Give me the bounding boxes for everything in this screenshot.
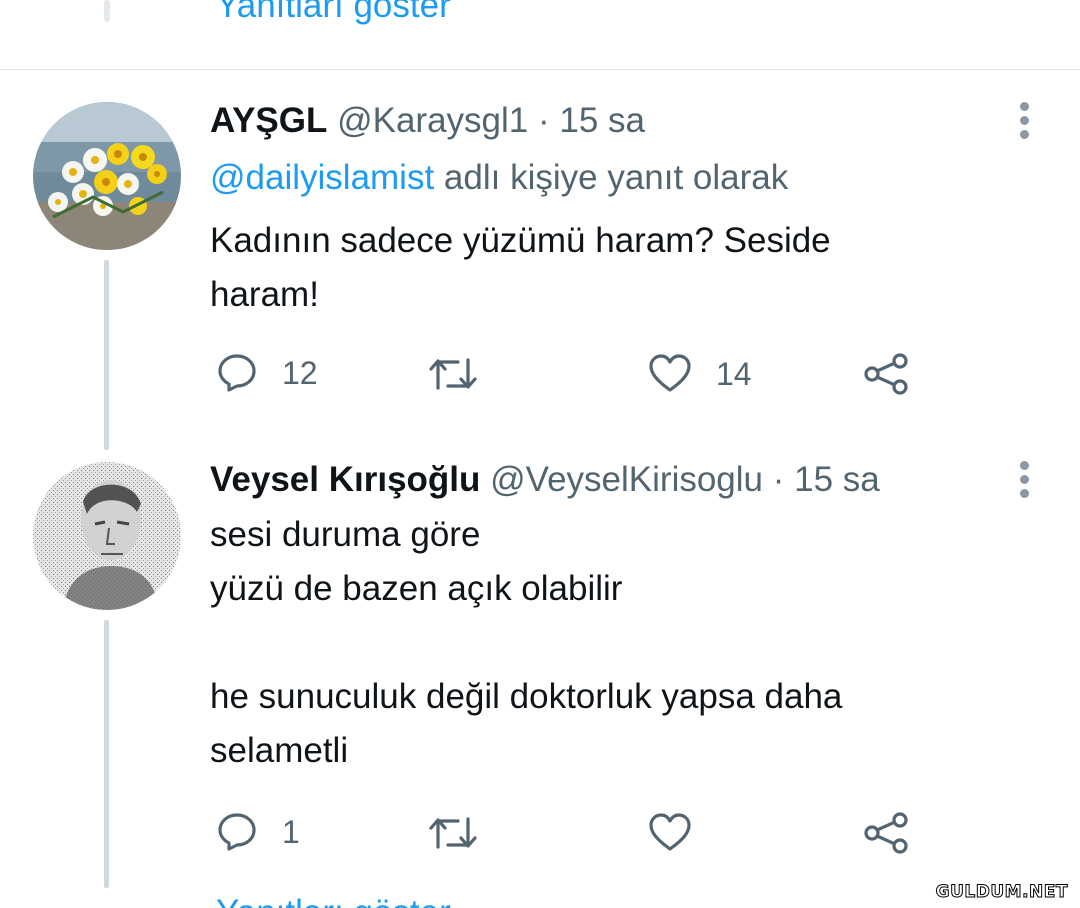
tweet-1-header: AYŞGL @Karaysgl1 · 15 sa: [210, 101, 645, 141]
tweet-time[interactable]: 15 sa: [559, 101, 645, 140]
display-name[interactable]: Veysel Kırışoğlu: [210, 460, 480, 499]
flowers-avatar-image: [33, 102, 181, 250]
reply-to-handle[interactable]: @dailyislamist: [210, 158, 434, 197]
tweet-2-header: Veysel Kırışoğlu @VeyselKirisoglu · 15 s…: [210, 460, 880, 500]
separator-dot: ·: [538, 101, 550, 140]
retweet-button[interactable]: [428, 813, 478, 853]
retweet-icon: [429, 817, 477, 849]
reply-button[interactable]: 1: [216, 811, 300, 853]
thread-line-1: [104, 260, 109, 450]
tweet-text: Kadının sadece yüzümü haram? Seside hara…: [210, 221, 831, 314]
share-icon: [864, 812, 908, 854]
separator-dot: ·: [772, 460, 785, 499]
retweet-icon: [429, 358, 477, 390]
reply-count: 1: [282, 813, 300, 850]
show-replies-link-bottom[interactable]: Yanıtları göster: [216, 893, 451, 908]
share-button[interactable]: [864, 353, 908, 395]
user-handle[interactable]: @VeyselKirisoglu: [490, 460, 763, 499]
like-count: 14: [716, 355, 752, 392]
more-options-icon[interactable]: [1020, 102, 1030, 144]
reply-icon: [218, 813, 256, 851]
thread-line-2: [104, 620, 109, 888]
reply-icon: [218, 354, 256, 392]
site-watermark: GULDUM.NET: [935, 882, 1068, 903]
like-button[interactable]: 14: [648, 354, 752, 394]
reply-to-suffix: adlı kişiye yanıt olarak: [443, 158, 789, 197]
more-options-icon[interactable]: [1020, 461, 1030, 503]
thread-line-top: [104, 0, 110, 22]
like-button[interactable]: [648, 813, 692, 853]
avatar-flowers[interactable]: [33, 102, 181, 250]
share-icon: [864, 353, 908, 395]
reply-button[interactable]: 12: [216, 352, 318, 394]
avatar-portrait[interactable]: [33, 462, 181, 610]
heart-icon: [649, 813, 691, 851]
reply-context: @dailyislamist adlı kişiye yanıt olarak: [210, 158, 788, 198]
tweet-divider: [0, 69, 1080, 70]
show-replies-link-top[interactable]: Yanıtları göster: [216, 0, 451, 26]
grayscale-portrait-avatar-image: [33, 462, 181, 610]
user-handle[interactable]: @Karaysgl1: [337, 101, 528, 140]
tweet-time[interactable]: 15 sa: [794, 460, 880, 499]
reply-count: 12: [282, 354, 318, 391]
tweet-text: sesi duruma göre yüzü de bazen açık olab…: [210, 515, 843, 770]
display-name[interactable]: AYŞGL: [210, 101, 327, 140]
retweet-button[interactable]: [428, 354, 478, 394]
share-button[interactable]: [864, 812, 908, 854]
heart-icon: [649, 354, 691, 392]
